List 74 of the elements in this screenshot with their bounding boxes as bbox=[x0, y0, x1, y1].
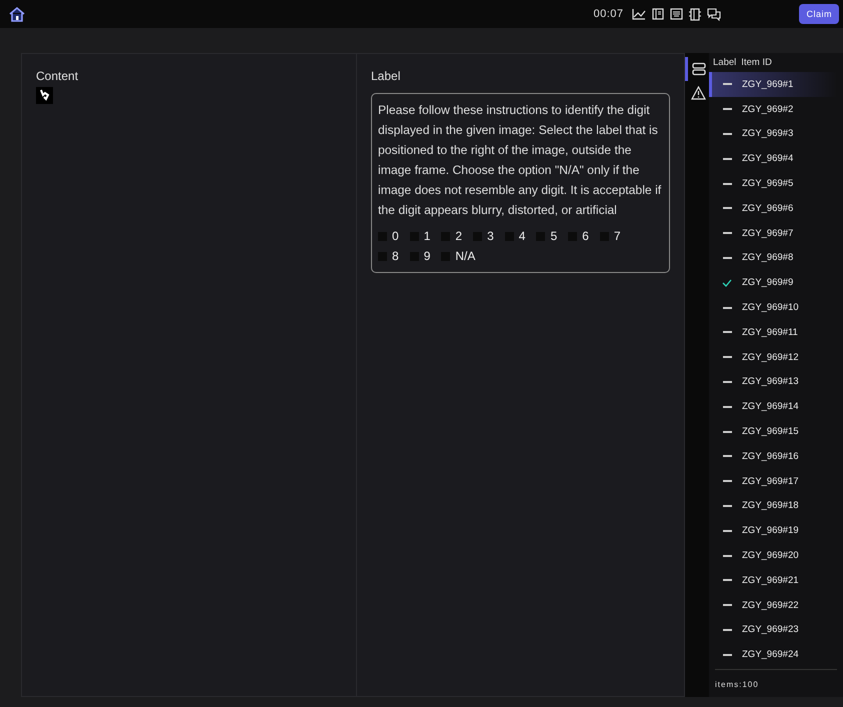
item-row[interactable]: ZGY_969#15 bbox=[709, 419, 837, 444]
item-id: ZGY_969#15 bbox=[742, 426, 799, 438]
instructions-text: Please follow these instructions to identify the digit displayed in the given image: Select the label that is positioned to the right of the image, outside the image frame. Choose the option "N/A" only if the image does not resemble any digit. It is acceptable if the digit appears blurry, distorted, or artificial bbox=[378, 102, 662, 219]
digit-option[interactable]: 7 bbox=[600, 226, 620, 246]
item-row[interactable]: ZGY_969#17 bbox=[709, 468, 837, 494]
item-count: items:100 bbox=[715, 680, 759, 690]
column-header: Item ID bbox=[741, 57, 772, 70]
item-row[interactable]: ZGY_969#8 bbox=[709, 246, 837, 270]
item-id: ZGY_969#9 bbox=[742, 277, 794, 288]
digit-option[interactable]: 3 bbox=[473, 226, 494, 246]
digit-option[interactable]: 4 bbox=[504, 226, 526, 246]
item-row[interactable]: ZGY_969#14 bbox=[709, 394, 837, 420]
label-title: Label bbox=[371, 69, 402, 83]
item-row[interactable]: ZGY_969#18 bbox=[709, 494, 837, 518]
item-id: ZGY_969#11 bbox=[742, 326, 798, 338]
item-row[interactable]: ZGY_969#10 bbox=[709, 295, 837, 320]
column-header: Label bbox=[713, 57, 736, 70]
item-id: ZGY_969#24 bbox=[742, 649, 799, 660]
notebook-icon[interactable] bbox=[689, 8, 702, 20]
home-icon[interactable] bbox=[8, 6, 26, 22]
digit-option[interactable]: N/A bbox=[441, 246, 476, 266]
timer: 00:07 bbox=[593, 8, 624, 20]
warning-icon bbox=[691, 86, 706, 100]
item-row[interactable]: ZGY_969#4 bbox=[709, 146, 837, 172]
item-id: ZGY_969#23 bbox=[742, 624, 799, 636]
item-row[interactable]: ZGY_969#2 bbox=[709, 96, 837, 122]
item-id: ZGY_969#5 bbox=[742, 178, 794, 190]
item-id: ZGY_969#7 bbox=[742, 228, 794, 239]
item-row[interactable]: ZGY_969#6 bbox=[709, 196, 837, 221]
item-id: ZGY_969#19 bbox=[742, 525, 799, 536]
item-row[interactable]: ZGY_969#21 bbox=[709, 568, 837, 593]
digit-option[interactable]: 1 bbox=[410, 226, 430, 246]
item-id: ZGY_969#22 bbox=[742, 600, 799, 611]
chat-icon[interactable] bbox=[707, 8, 722, 20]
item-row[interactable]: ZGY_969#16 bbox=[709, 444, 837, 469]
item-row[interactable]: ZGY_969#23 bbox=[709, 618, 837, 642]
digit-option[interactable]: 0 bbox=[378, 226, 399, 246]
item-row[interactable]: ZGY_969#7 bbox=[709, 220, 837, 246]
item-row[interactable]: ZGY_969#24 bbox=[709, 642, 837, 668]
claim-button[interactable]: Claim bbox=[799, 4, 839, 24]
list-icon bbox=[692, 62, 706, 76]
line-chart-icon[interactable] bbox=[632, 8, 646, 20]
item-id: ZGY_969#20 bbox=[742, 550, 799, 562]
content-title: Content bbox=[36, 69, 80, 83]
item-id: ZGY_969#2 bbox=[742, 104, 794, 115]
item-id: ZGY_969#13 bbox=[742, 376, 799, 388]
item-row[interactable]: ZGY_969#19 bbox=[709, 518, 837, 544]
item-row[interactable]: ZGY_969#9 bbox=[709, 270, 837, 296]
item-row[interactable]: ZGY_969#12 bbox=[709, 344, 837, 370]
item-row[interactable]: ZGY_969#13 bbox=[709, 370, 837, 394]
item-row[interactable]: ZGY_969#11 bbox=[709, 320, 837, 345]
item-row[interactable]: ZGY_969#22 bbox=[709, 592, 837, 618]
digit-option[interactable]: 8 bbox=[378, 246, 399, 266]
digit-option[interactable]: 9 bbox=[410, 246, 430, 266]
item-id: ZGY_969#8 bbox=[742, 252, 794, 264]
item-id: ZGY_969#1 bbox=[742, 78, 794, 90]
item-id: ZGY_969#21 bbox=[742, 574, 799, 586]
item-id: ZGY_969#18 bbox=[742, 500, 799, 512]
item-id: ZGY_969#12 bbox=[742, 352, 799, 363]
item-id: ZGY_969#6 bbox=[742, 202, 794, 214]
item-id: ZGY_969#10 bbox=[742, 302, 799, 314]
item-id: ZGY_969#4 bbox=[742, 153, 794, 164]
item-id: ZGY_969#16 bbox=[742, 450, 799, 462]
digit-option[interactable]: 2 bbox=[441, 226, 462, 246]
keyboard-icon[interactable] bbox=[670, 8, 684, 20]
item-row[interactable]: ZGY_969#3 bbox=[709, 122, 837, 146]
item-id: ZGY_969#3 bbox=[742, 128, 794, 140]
digit-option[interactable]: 6 bbox=[568, 226, 589, 246]
item-row[interactable]: ZGY_969#5 bbox=[709, 171, 837, 196]
item-id: ZGY_969#17 bbox=[742, 476, 799, 487]
document-icon[interactable] bbox=[652, 8, 664, 20]
item-id: ZGY_969#14 bbox=[742, 401, 799, 412]
digit-option[interactable]: 5 bbox=[536, 226, 558, 246]
item-row[interactable]: ZGY_969#20 bbox=[709, 543, 837, 568]
